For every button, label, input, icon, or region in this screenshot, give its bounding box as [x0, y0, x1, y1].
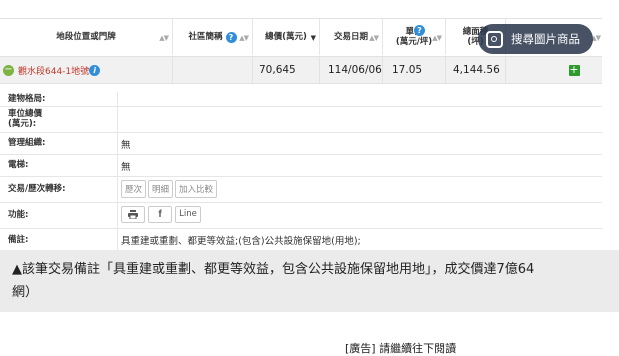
line-share-button[interactable]: Line: [175, 206, 201, 223]
image-caption: ▲該筆交易備註「具重建或重劃、都更等效益，包含公共設施保留地用地」，成交價達7億…: [0, 250, 619, 312]
caption-line-2: 網）: [12, 285, 39, 300]
history-buttons: 歷次 明細 加入比較: [121, 180, 219, 198]
cell-community: [173, 57, 253, 83]
detail-elevator: 電梯: 無: [0, 154, 602, 177]
building-layout-label: 建物格局:: [8, 94, 46, 104]
cell-area: 4,144.56: [446, 57, 506, 83]
column-header-total-price[interactable]: 總價(萬元) ▼: [253, 19, 320, 55]
column-header-trade-date-label: 交易日期: [333, 32, 368, 42]
elevator-value: 無: [121, 162, 131, 173]
function-label: 功能:: [8, 210, 29, 220]
parking-price-label: 車位總價 (萬元):: [8, 109, 43, 129]
column-header-community-label: 社區簡稱: [188, 32, 223, 42]
cell-location: − 觀水段644-1地號 i: [0, 57, 173, 83]
detail-building-layout: 建物格局:: [0, 92, 602, 107]
facebook-icon: f: [158, 209, 162, 220]
help-icon[interactable]: ?: [225, 31, 237, 43]
sort-desc-icon[interactable]: ▼: [311, 33, 316, 43]
detail-parking-price: 車位總價 (萬元):: [0, 106, 602, 133]
print-button[interactable]: [121, 206, 145, 223]
column-header-community[interactable]: 社區簡稱 ? ▲▼: [173, 19, 253, 55]
add-compare-button[interactable]: 加入比較: [175, 180, 218, 198]
table-row[interactable]: − 觀水段644-1地號 i 70,645 114/06/06 17.05 4,…: [0, 56, 602, 84]
history-button[interactable]: 歷次: [121, 180, 147, 198]
help-icon[interactable]: ?: [414, 25, 425, 36]
sort-icon[interactable]: ▲▼: [159, 33, 169, 43]
sort-icon[interactable]: ▲▼: [239, 33, 249, 43]
detail-management: 管理組織: 無: [0, 132, 602, 155]
column-header-location-label: 地段位置或門牌: [56, 32, 116, 42]
add-compare-icon[interactable]: +: [568, 64, 580, 76]
cell-add: +: [506, 57, 602, 83]
info-icon[interactable]: i: [89, 64, 101, 76]
column-header-unit-price[interactable]: 單價 (萬元/坪) ? ▲▼: [383, 19, 446, 55]
management-label: 管理組織:: [8, 138, 46, 148]
history-label: 交易/歷次轉移:: [8, 184, 66, 194]
lens-icon: [486, 30, 503, 48]
cell-trade-date: 114/06/06: [320, 57, 383, 83]
function-buttons: f Line: [121, 206, 204, 223]
management-value: 無: [121, 140, 131, 151]
detail-function: 功能: f Line: [0, 202, 602, 229]
detail-history: 交易/歷次轉移: 歷次 明細 加入比較: [0, 176, 602, 203]
elevator-label: 電梯:: [8, 160, 29, 170]
ad-continue-text[interactable]: [廣告] 請繼續往下閱讀: [345, 340, 456, 356]
remarks-value: 具重建或重劃、都更等效益;(包含)公共設施保留地(用地);: [121, 236, 361, 247]
facebook-button[interactable]: f: [148, 206, 172, 223]
detail-remarks: 備註: 具重建或重劃、都更等效益;(包含)公共設施保留地(用地);: [0, 228, 602, 251]
sort-icon[interactable]: ▲▼: [369, 33, 379, 43]
caption-line-1: ▲該筆交易備註「具重建或重劃、都更等效益，包含公共設施保留地用地」，成交價達7億…: [12, 262, 535, 277]
address-link[interactable]: 觀水段644-1地號: [18, 64, 89, 77]
sort-icon[interactable]: ▲▼: [432, 33, 442, 43]
image-search-label: 搜尋圖片商品: [511, 32, 580, 46]
detail-button[interactable]: 明細: [148, 180, 174, 198]
column-header-location[interactable]: 地段位置或門牌 ▲▼: [0, 19, 173, 55]
print-icon: [128, 210, 138, 220]
column-header-total-price-label: 總價(萬元): [265, 32, 307, 42]
cell-unit-price: 17.05: [383, 57, 446, 83]
column-header-trade-date[interactable]: 交易日期 ▲▼: [320, 19, 383, 55]
collapse-icon[interactable]: −: [3, 64, 14, 76]
remarks-label: 備註:: [8, 235, 29, 245]
image-search-button[interactable]: 搜尋圖片商品: [478, 24, 593, 54]
cell-total-price: 70,645: [253, 57, 320, 83]
